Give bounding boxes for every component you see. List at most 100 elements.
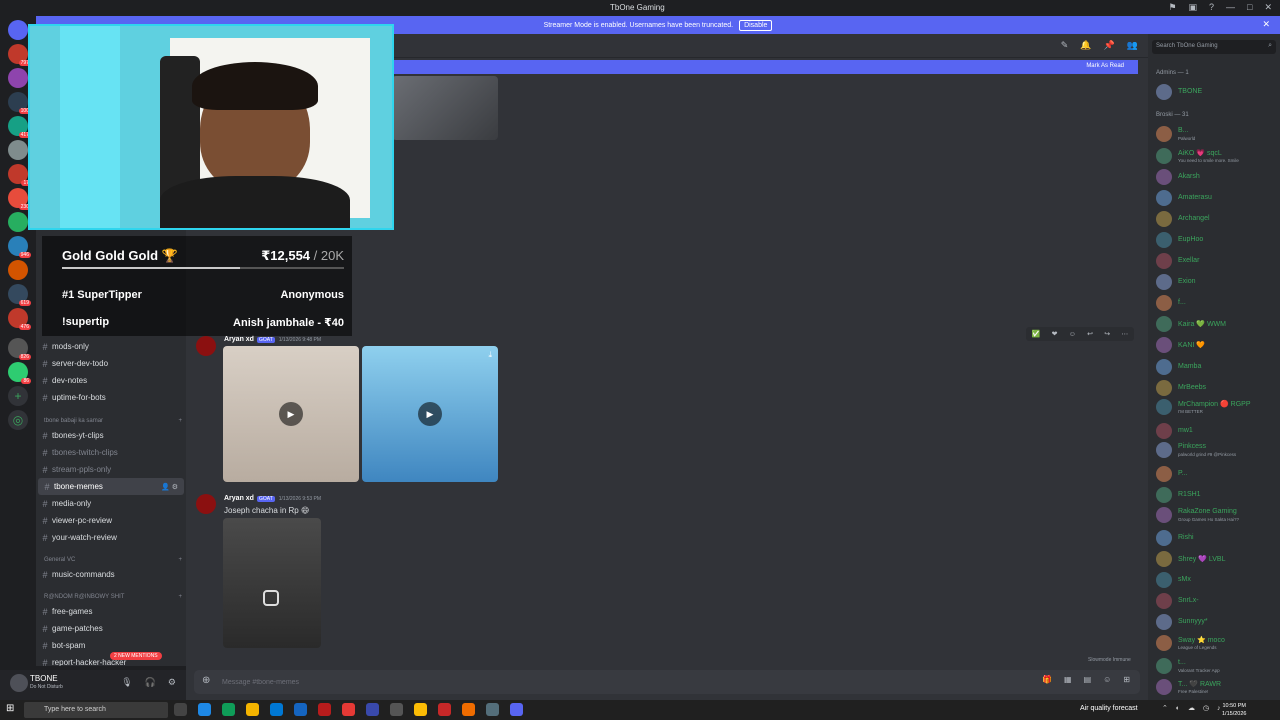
- avatar[interactable]: [1156, 593, 1172, 609]
- pin-icon[interactable]: ⚑: [1168, 2, 1176, 13]
- add-channel-icon[interactable]: +: [178, 418, 182, 424]
- category-header[interactable]: General VC +: [44, 557, 182, 563]
- channel-your-watch-review[interactable]: # your-watch-review: [36, 529, 186, 546]
- server-icon[interactable]: [8, 212, 28, 232]
- avatar[interactable]: [1156, 253, 1172, 269]
- minimize-icon[interactable]: —: [1226, 2, 1235, 13]
- reaction-icon[interactable]: ✅: [1032, 330, 1041, 338]
- avatar[interactable]: [1156, 466, 1172, 482]
- member-row[interactable]: R1SH1: [1154, 485, 1278, 505]
- taskbar-search[interactable]: Type here to search: [24, 702, 168, 718]
- avatar[interactable]: [1156, 614, 1172, 630]
- member-row[interactable]: Akarsh: [1154, 167, 1278, 187]
- server-icon[interactable]: 476: [8, 308, 31, 330]
- avatar[interactable]: [1156, 635, 1172, 651]
- avatar[interactable]: [1156, 572, 1172, 588]
- pin-icon[interactable]: 📌: [1104, 40, 1115, 51]
- add-attachment-icon[interactable]: ⊕: [202, 675, 210, 686]
- system-tray[interactable]: ⌃ ◐ ☁ ◷ ♪: [1162, 704, 1223, 712]
- avatar[interactable]: [1156, 148, 1172, 164]
- app-icon[interactable]: [198, 703, 211, 716]
- avatar[interactable]: [1156, 274, 1172, 290]
- avatar[interactable]: [1156, 487, 1172, 503]
- video-attachment[interactable]: [223, 518, 321, 648]
- mark-as-read-button[interactable]: Mark As Read: [1086, 63, 1124, 69]
- member-row[interactable]: Archangel: [1154, 209, 1278, 229]
- channel-tbones-twitch-clips[interactable]: # tbones-twitch-clips: [36, 444, 186, 461]
- avatar[interactable]: [1156, 423, 1172, 439]
- windows-start-icon[interactable]: ⊞: [6, 703, 14, 714]
- reply-icon[interactable]: ↩: [1087, 330, 1093, 338]
- dm-home-icon[interactable]: [8, 20, 28, 40]
- member-row[interactable]: Sway ⭐ moco League of Legends: [1154, 633, 1278, 653]
- channel-music-commands[interactable]: # music-commands: [36, 566, 186, 583]
- member-row[interactable]: Shrey 💜 LVBL: [1154, 549, 1278, 569]
- avatar[interactable]: [1156, 679, 1172, 695]
- clock[interactable]: 10:50 PM 1/15/2026: [1222, 702, 1246, 718]
- category-header[interactable]: R@NDOM R@INBOWY SHIT +: [44, 594, 182, 600]
- member-row[interactable]: TBONE: [1154, 82, 1278, 102]
- close-window-icon[interactable]: ✕: [1264, 2, 1272, 13]
- channel-game-patches[interactable]: # game-patches: [36, 620, 186, 637]
- channel-viewer-pc-review[interactable]: # viewer-pc-review: [36, 512, 186, 529]
- forward-icon[interactable]: ↪: [1104, 330, 1110, 338]
- server-icon[interactable]: [8, 68, 28, 88]
- channel-dev-notes[interactable]: # dev-notes: [36, 372, 186, 389]
- avatar[interactable]: [1156, 126, 1172, 142]
- server-icon[interactable]: 86: [8, 362, 31, 384]
- app-icon[interactable]: [462, 703, 475, 716]
- folder-icon[interactable]: [246, 703, 259, 716]
- gift-icon[interactable]: 🎁: [1042, 675, 1052, 684]
- channel-tbone-memes[interactable]: # tbone-memes 👤 ⚙: [38, 478, 184, 495]
- member-row[interactable]: EupHoo: [1154, 230, 1278, 250]
- member-row[interactable]: Amaterasu: [1154, 188, 1278, 208]
- new-mentions-badge[interactable]: 2 NEW MENTIONS: [110, 652, 162, 660]
- member-row[interactable]: MrChampion 🔴 RGPP I'M BETTER: [1154, 397, 1278, 417]
- explore-icon[interactable]: ◎: [8, 410, 28, 430]
- member-row[interactable]: Kaira 💚 WWM: [1154, 314, 1278, 334]
- member-row[interactable]: Exellar: [1154, 251, 1278, 271]
- members-icon[interactable]: 👥: [1127, 40, 1138, 51]
- message-author[interactable]: Aryan xd GOAT 1/13/2026 9:48 PM: [224, 336, 321, 343]
- server-icon[interactable]: 100: [8, 92, 31, 114]
- member-row[interactable]: Mamba: [1154, 357, 1278, 377]
- play-icon[interactable]: ▶: [279, 402, 303, 426]
- video-thumbnail[interactable]: [392, 76, 498, 140]
- avatar[interactable]: [1156, 551, 1172, 567]
- emoji-icon[interactable]: ☺: [1069, 331, 1076, 338]
- avatar[interactable]: [10, 674, 28, 692]
- member-row[interactable]: Rishi: [1154, 528, 1278, 548]
- member-row[interactable]: RakaZone Gaming Group Games Ho Sakta Hai?…: [1154, 505, 1278, 525]
- server-icon[interactable]: 17: [8, 164, 31, 186]
- avatar[interactable]: [1156, 658, 1172, 674]
- server-icon[interactable]: 797: [8, 44, 31, 66]
- avatar[interactable]: [1156, 507, 1172, 523]
- add-channel-icon[interactable]: +: [178, 557, 182, 563]
- server-icon[interactable]: [8, 260, 28, 280]
- member-row[interactable]: Pinkcess palworld grind #9 @Pinkcess: [1154, 440, 1278, 460]
- avatar[interactable]: [196, 494, 216, 514]
- channel-server-dev-todo[interactable]: # server-dev-todo: [36, 355, 186, 372]
- discord-icon[interactable]: [510, 703, 523, 716]
- member-row[interactable]: Sunnyyy*: [1154, 612, 1278, 632]
- threads-icon[interactable]: ✎: [1061, 40, 1069, 51]
- app-icon[interactable]: [294, 703, 307, 716]
- member-row[interactable]: KANI 🧡: [1154, 335, 1278, 355]
- heart-icon[interactable]: ❤: [1052, 330, 1058, 338]
- app-icon[interactable]: [222, 703, 235, 716]
- avatar[interactable]: [1156, 190, 1172, 206]
- avatar[interactable]: [1156, 359, 1172, 375]
- member-row[interactable]: MrBeebs: [1154, 378, 1278, 398]
- avatar[interactable]: [1156, 399, 1172, 415]
- member-row[interactable]: f...: [1154, 293, 1278, 313]
- avatar[interactable]: [196, 336, 216, 356]
- video-attachment[interactable]: ▶: [223, 346, 359, 482]
- server-icon[interactable]: 946: [8, 236, 31, 258]
- add-server-icon[interactable]: +: [8, 386, 28, 406]
- gear-icon[interactable]: ⚙: [168, 677, 176, 688]
- bell-icon[interactable]: 🔔: [1080, 40, 1091, 51]
- close-icon[interactable]: ✕: [1262, 19, 1270, 30]
- search-input[interactable]: Search TbOne Gaming ⌕: [1152, 40, 1276, 54]
- add-channel-icon[interactable]: +: [178, 594, 182, 600]
- channel-settings-icon[interactable]: 👤 ⚙: [161, 483, 178, 491]
